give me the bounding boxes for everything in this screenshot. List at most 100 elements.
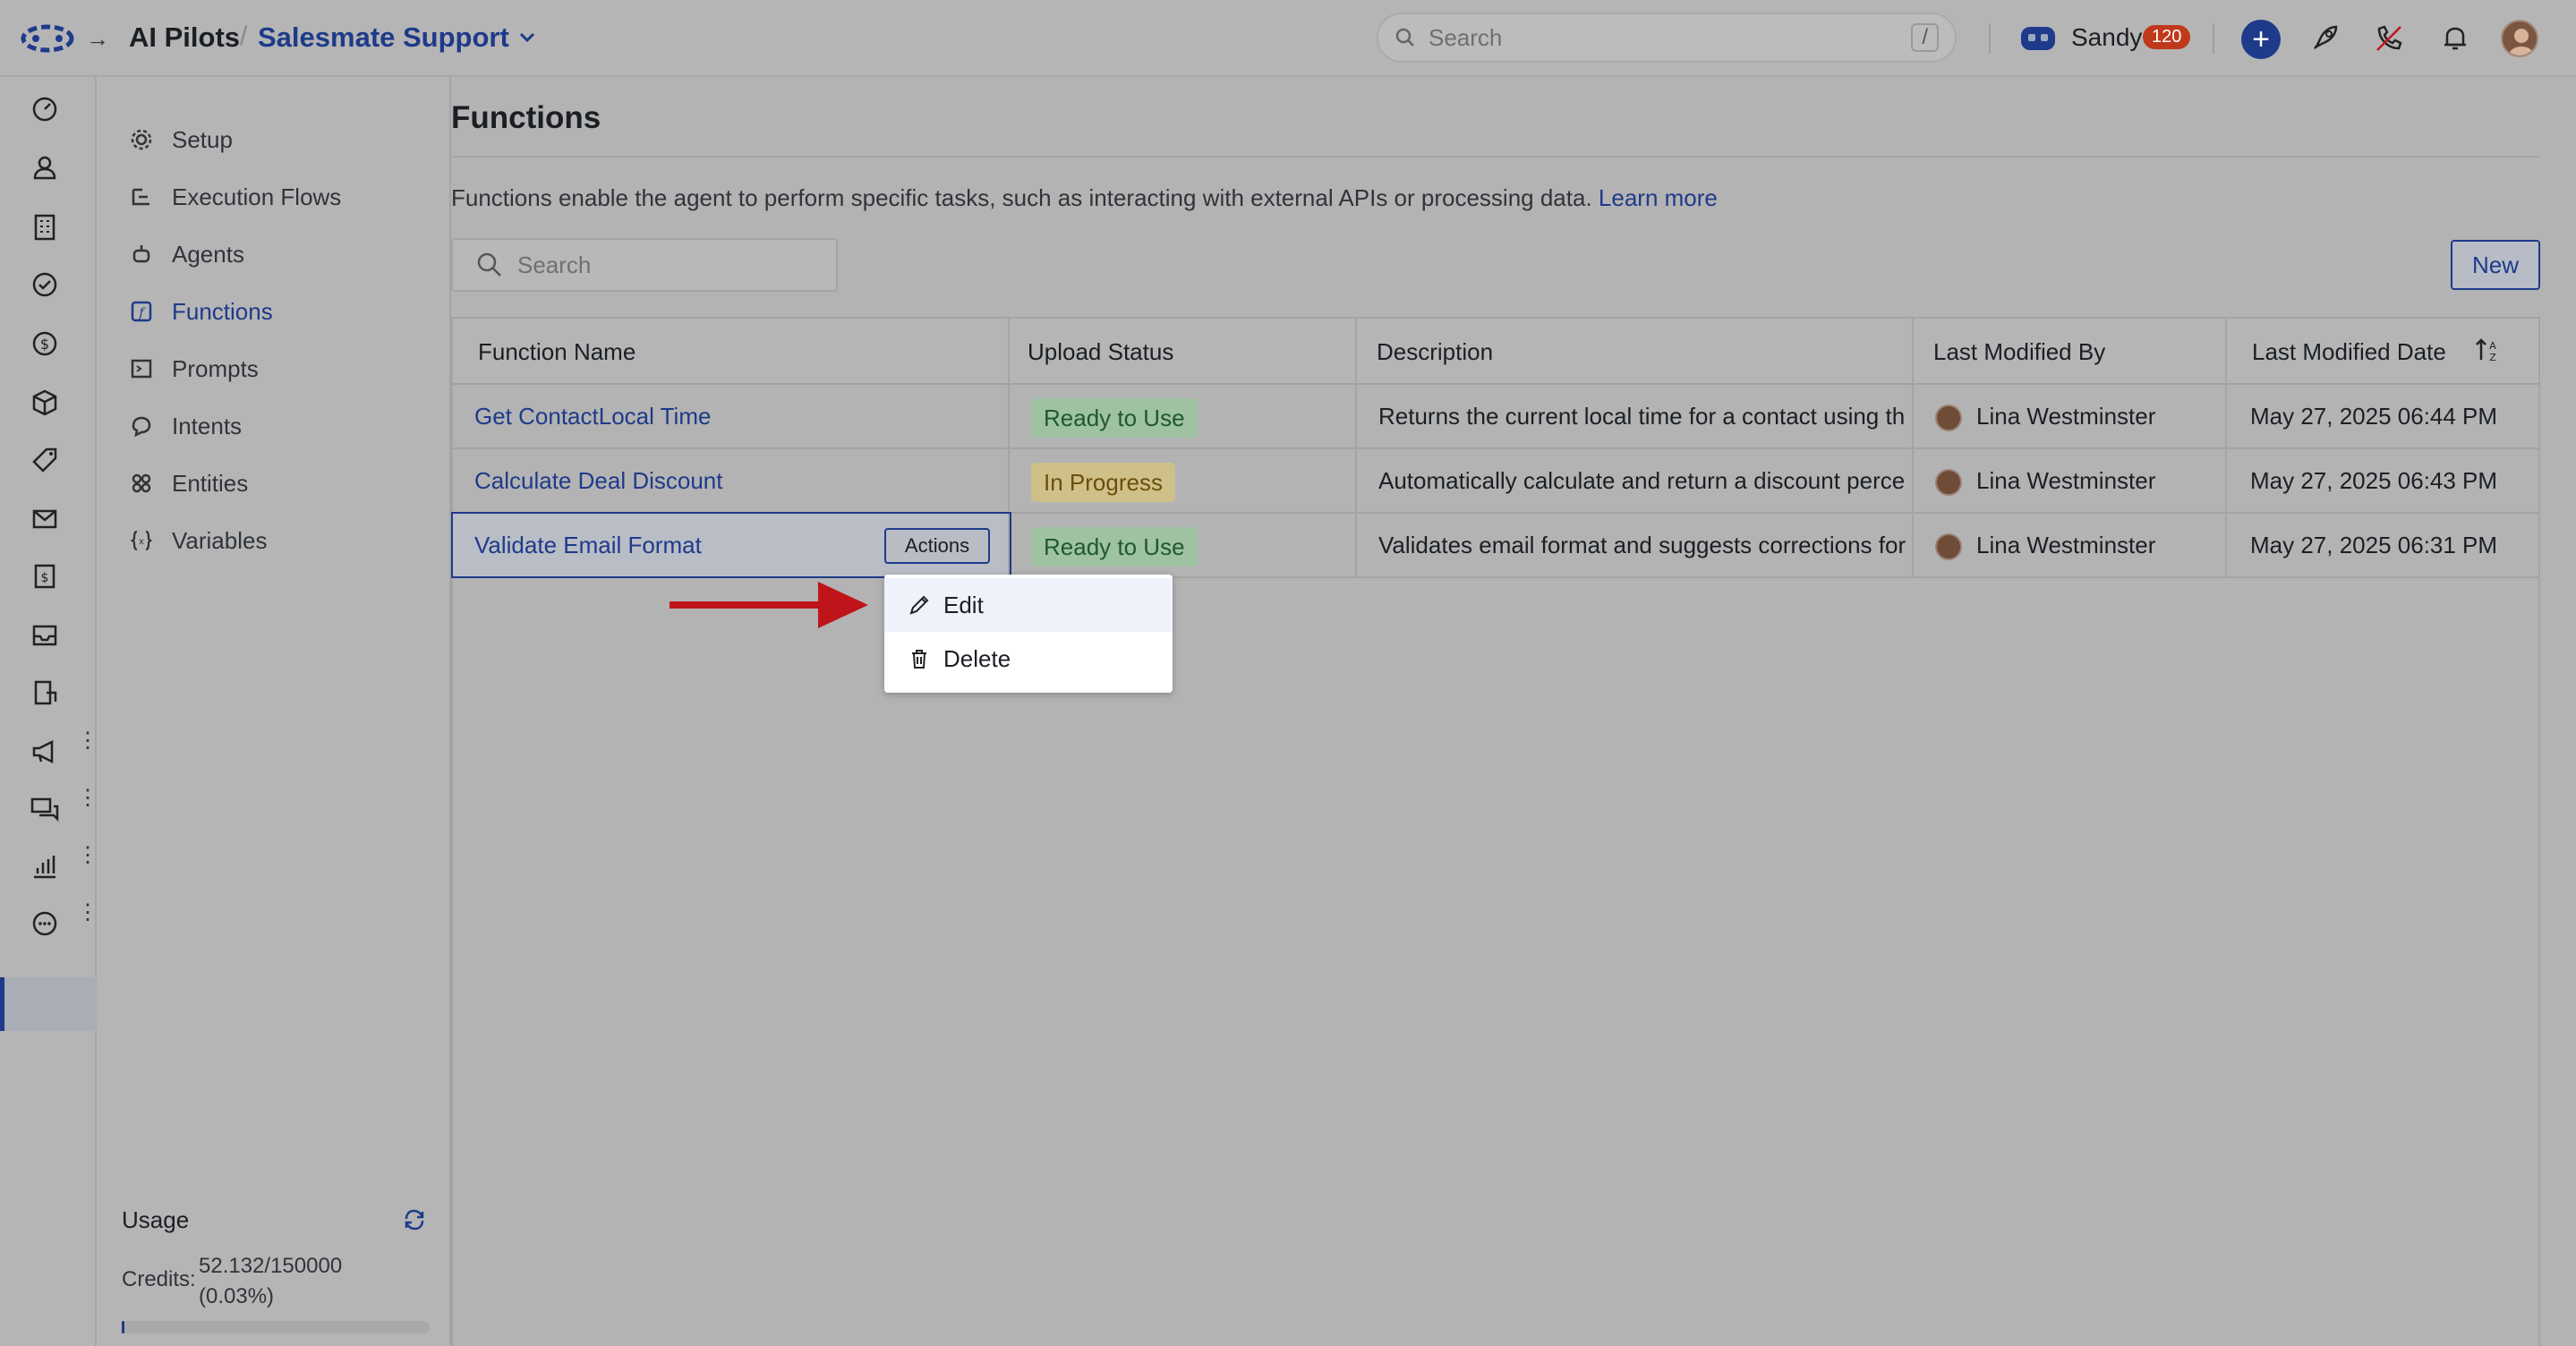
edit-menu-item[interactable]: Edit [884, 578, 1173, 632]
more-options-icon[interactable]: ⋮ [77, 788, 98, 809]
bell-icon[interactable] [2440, 23, 2470, 54]
companies-icon[interactable] [27, 209, 63, 245]
products-icon[interactable] [27, 385, 63, 421]
user-name[interactable]: Sandy [2071, 23, 2142, 52]
modified-by-name: Lina Westminster [1976, 467, 2156, 494]
sequence-icon[interactable] [27, 675, 63, 711]
trash-icon [912, 650, 926, 669]
breadcrumb-separator: / [240, 21, 248, 51]
global-search-input[interactable]: Search / [1377, 13, 1957, 63]
gear-icon [131, 129, 152, 150]
upload-status-cell: In Progress [1010, 449, 1357, 512]
column-header-label: Last Modified Date [2252, 338, 2446, 365]
modified-by-cell: Lina Westminster [1914, 385, 2227, 447]
description-text: Functions enable the agent to perform sp… [451, 184, 1592, 211]
salesmate-logo-icon[interactable] [20, 23, 75, 54]
campaign-megaphone-icon[interactable] [27, 734, 63, 770]
modified-date-cell: May 27, 2025 06:31 PM [2250, 532, 2498, 558]
svg-text:$: $ [40, 336, 49, 353]
inbox-icon[interactable] [27, 618, 63, 653]
function-name-link[interactable]: Get ContactLocal Time [453, 385, 1010, 447]
new-function-button[interactable]: New [2451, 240, 2540, 290]
sort-icon[interactable]: AZ [2474, 336, 2501, 363]
notification-count-badge: 120 [2143, 25, 2191, 49]
column-header-description[interactable]: Description [1357, 319, 1914, 385]
expand-arrow-icon[interactable]: → [86, 25, 109, 53]
user-avatar [1935, 405, 1962, 432]
subnav-item-agents[interactable]: Agents [129, 236, 244, 272]
functions-search-input[interactable]: Search [451, 238, 838, 292]
learn-more-link[interactable]: Learn more [1599, 184, 1718, 211]
edit-label: Edit [943, 591, 984, 618]
function-name-label[interactable]: Validate Email Format [474, 532, 702, 558]
subnav-item-execution-flows[interactable]: Execution Flows [129, 179, 341, 215]
svg-text:$: $ [41, 571, 49, 585]
upload-status-cell: Ready to Use [1010, 385, 1357, 447]
annotation-arrow-icon [670, 582, 868, 628]
pencil-icon [909, 595, 929, 615]
subnav-item-label: Setup [172, 125, 233, 153]
more-options-icon[interactable]: ⋮ [77, 845, 98, 866]
description-cell: Returns the current local time for a con… [1357, 385, 1914, 447]
delete-label: Delete [943, 644, 1011, 672]
function-name-link[interactable]: Calculate Deal Discount [453, 449, 1010, 512]
workspace-label: Salesmate Support [258, 21, 509, 53]
more-options-icon[interactable]: ⋮ [77, 730, 98, 752]
table-row[interactable]: Calculate Deal Discount In Progress Auto… [453, 449, 2538, 514]
column-header-last-modified-by[interactable]: Last Modified By [1914, 319, 2227, 385]
subnav-item-label: Intents [172, 412, 243, 439]
subnav-item-intents[interactable]: Intents [129, 408, 242, 444]
contacts-icon[interactable] [27, 150, 63, 186]
rocket-icon[interactable] [2309, 23, 2340, 54]
ai-pilots-icon[interactable] [27, 906, 63, 941]
functions-table: Function Name Upload Status Description … [451, 317, 2540, 1346]
prompt-icon [131, 359, 152, 379]
subnav-item-label: Agents [172, 240, 244, 268]
subnav-item-prompts[interactable]: Prompts [129, 351, 259, 387]
svg-text:x: x [139, 537, 144, 547]
more-options-icon[interactable]: ⋮ [77, 902, 98, 924]
usage-title: Usage [122, 1206, 190, 1233]
ai-pilots-subnav: Setup Execution Flows Agents f Functions… [97, 77, 451, 1346]
modified-date-cell: May 27, 2025 06:43 PM [2250, 467, 2498, 494]
variables-icon: x [130, 530, 153, 551]
reports-icon[interactable] [27, 848, 63, 884]
app-title: AI Pilots [129, 21, 241, 53]
description-cell: Automatically calculate and return a dis… [1357, 449, 1914, 512]
column-header-upload-status[interactable]: Upload Status [1010, 319, 1357, 385]
subnav-item-variables[interactable]: x Variables [129, 523, 267, 558]
column-header-function-name[interactable]: Function Name [453, 319, 1010, 385]
subnav-item-setup[interactable]: Setup [129, 122, 233, 158]
workspace-selector[interactable]: Salesmate Support [258, 21, 536, 54]
function-name-link[interactable]: Validate Email Format Actions [451, 512, 1011, 578]
subnav-item-label: Variables [172, 526, 268, 554]
email-icon[interactable] [27, 501, 63, 537]
refresh-icon[interactable] [401, 1206, 428, 1233]
delete-menu-item[interactable]: Delete [884, 632, 1173, 686]
table-row[interactable]: Get ContactLocal Time Ready to Use Retur… [453, 385, 2538, 449]
subnav-item-entities[interactable]: Entities [129, 465, 248, 501]
actions-dropdown-menu: Edit Delete [884, 575, 1173, 693]
invoice-icon[interactable]: $ [27, 558, 63, 594]
dashboard-icon[interactable] [27, 91, 63, 127]
actions-button[interactable]: Actions [884, 528, 990, 564]
tasks-icon[interactable] [27, 267, 63, 302]
user-avatar[interactable] [2501, 20, 2538, 57]
phone-off-icon[interactable] [2374, 23, 2404, 54]
chevron-down-icon [519, 32, 534, 43]
tag-icon[interactable] [27, 442, 63, 478]
agent-icon [132, 245, 150, 263]
column-header-last-modified-date[interactable]: Last Modified Date AZ [2227, 319, 2538, 385]
user-avatar [1935, 533, 1962, 561]
subnav-item-functions[interactable]: f Functions [129, 294, 273, 329]
chat-icon[interactable] [27, 791, 63, 827]
table-header: Function Name Upload Status Description … [453, 319, 2538, 385]
subnav-item-label: Execution Flows [172, 183, 342, 210]
table-row[interactable]: Validate Email Format Actions Ready to U… [451, 512, 2538, 578]
search-icon [1395, 28, 1414, 47]
bot-icon[interactable] [2019, 23, 2057, 54]
add-button[interactable]: + [2241, 20, 2281, 59]
deals-icon[interactable]: $ [27, 326, 63, 362]
rail-active-indicator [0, 977, 4, 1031]
search-icon [477, 252, 501, 277]
